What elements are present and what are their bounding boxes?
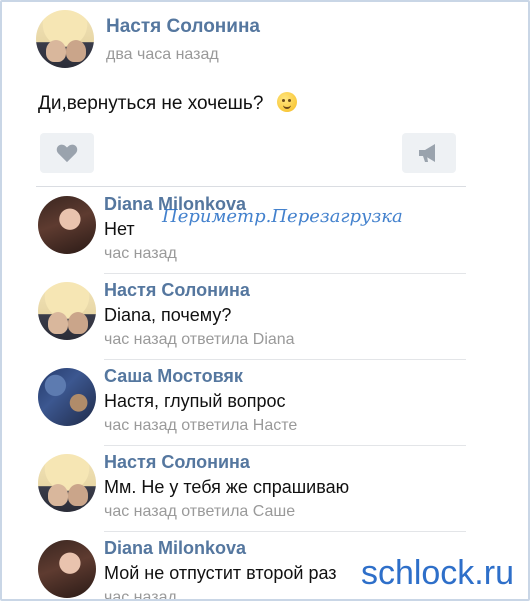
site-watermark: schlock.ru [360,554,514,592]
feed-card: Настя Солонина два часа назад Ди,вернуть… [0,0,530,601]
post-text: Ди,вернуться не хочешь? [38,92,298,115]
comment-item: Саша Мостовяк Настя, глупый вопрос час н… [36,360,466,446]
comment-text: Настя, глупый вопрос [104,391,286,411]
divider [36,186,466,187]
comment-meta: час назад ответила Насте [104,417,298,434]
heart-icon [56,144,78,163]
comment-text: Мм. Не у тебя же спрашиваю [104,477,350,497]
comment-meta: час назад [104,245,177,262]
avatar[interactable] [38,196,96,254]
comment-item: Настя Солонина Мм. Не у тебя же спрашива… [36,446,466,532]
comment-item: Diana Milonkova Нет час назад [36,188,466,274]
watermark-text: Периметр.Перезагрузка [162,206,403,227]
post-author[interactable]: Настя Солонина [106,16,260,38]
comment-item: Настя Солонина Diana, почему? час назад … [36,274,466,360]
comment-author[interactable]: Diana Milonkova [104,538,246,559]
avatar[interactable] [38,368,96,426]
comment-author[interactable]: Саша Мостовяк [104,366,243,387]
comment-text: Diana, почему? [104,305,232,325]
like-button[interactable] [40,133,94,173]
comment-meta: час назад [104,589,177,601]
comment-meta: час назад ответила Diana [104,331,295,348]
avatar[interactable] [38,540,96,598]
avatar[interactable] [38,282,96,340]
comment-text: Мой не отпустит второй раз [104,563,337,583]
wink-emoji-icon [277,92,298,112]
avatar[interactable] [36,10,94,68]
comment-author[interactable]: Настя Солонина [104,452,250,473]
comment-meta: час назад ответила Саше [104,503,296,520]
post-time: два часа назад [106,46,219,63]
comment-text: Нет [104,219,135,239]
share-button[interactable] [402,133,456,173]
avatar[interactable] [38,454,96,512]
comment-author[interactable]: Настя Солонина [104,280,250,301]
post-text-content: Ди,вернуться не хочешь? [38,93,264,114]
megaphone-icon [419,144,435,162]
